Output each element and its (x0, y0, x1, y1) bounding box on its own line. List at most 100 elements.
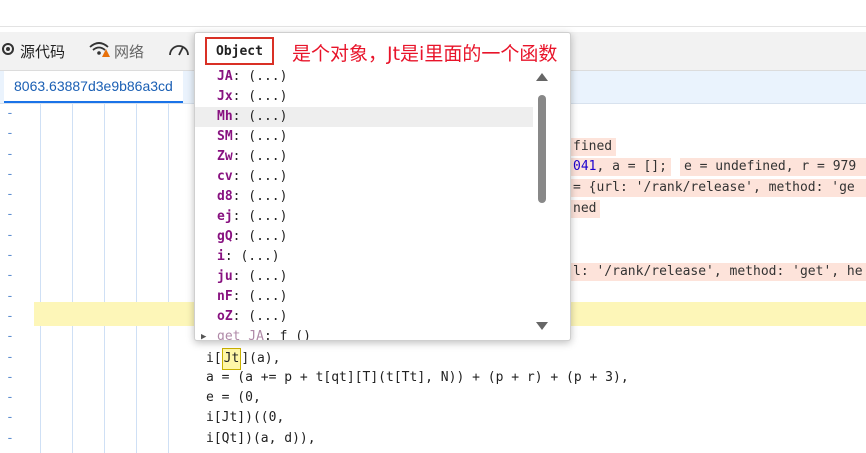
property-value: : (...) (224, 249, 280, 264)
property-row[interactable]: gQ: (...) (195, 227, 533, 247)
property-row[interactable]: SM: (...) (195, 127, 533, 147)
property-value: : (...) (232, 269, 288, 284)
property-value: : (...) (232, 229, 288, 244)
property-key: nF (217, 289, 233, 304)
tab-network-label: 网络 (114, 43, 145, 61)
property-row[interactable]: ej: (...) (195, 207, 533, 227)
property-row[interactable]: oZ: (...) (195, 307, 533, 327)
line-marker[interactable]: - (6, 348, 14, 368)
code-text: i[Jt](a), (206, 347, 281, 370)
object-preview-popup[interactable]: Object JA: (...) Jx: (...) Mh: (...) SM: (.… (194, 32, 571, 341)
line-marker[interactable]: - (6, 327, 14, 347)
code-line: - e = (0, (0, 388, 866, 408)
property-key: oZ (217, 309, 233, 324)
property-value: : (...) (232, 309, 288, 324)
hovered-token[interactable]: Jt (221, 347, 242, 370)
property-row[interactable]: cv: (...) (195, 167, 533, 187)
code-text-part: i[Jt])((0, (206, 410, 285, 426)
property-value: : (...) (232, 209, 288, 224)
property-row[interactable]: JA: (...) (195, 67, 533, 87)
inline-value: l: '/rank/release', method: 'get', he (569, 263, 866, 281)
property-key: JA (217, 69, 233, 84)
code-line: - a = (a += p + t[qt][T](t[Tt], N)) + (p … (0, 368, 866, 388)
line-marker[interactable]: - (6, 226, 14, 246)
expand-triangle-icon[interactable]: ▶ (201, 327, 206, 340)
property-key: Jx (217, 89, 233, 104)
red-annotation: 是个对象，Jt是i里面的一个函数 (292, 43, 558, 65)
browser-top-strip (0, 0, 866, 27)
inline-value: ned (569, 200, 601, 218)
code-text-part: i[ (206, 350, 222, 366)
property-row[interactable]: Jx: (...) (195, 87, 533, 107)
property-key: Zw (217, 149, 233, 164)
performance-gauge-icon (168, 40, 190, 62)
property-value: : (...) (232, 109, 288, 124)
popup-title: Object (205, 37, 274, 65)
property-row[interactable]: Mh: (...) (195, 107, 533, 127)
property-value: : (...) (232, 129, 288, 144)
line-marker[interactable]: - (6, 104, 14, 124)
property-row[interactable]: i: (...) (195, 247, 533, 267)
property-value: : (...) (232, 69, 288, 84)
property-row[interactable]: nF: (...) (195, 287, 533, 307)
property-key: i (217, 249, 225, 264)
tab-performance[interactable] (168, 32, 194, 70)
line-marker[interactable]: - (6, 185, 14, 205)
property-key: gQ (217, 229, 233, 244)
code-text: e = (0, (206, 388, 261, 408)
code-text-part: ](a), (241, 350, 281, 366)
property-row[interactable]: d8: (...) (195, 187, 533, 207)
code-text: a = (a += p + t[qt][T](t[Tt], N)) + (p +… (206, 368, 629, 388)
code-text-part: e = (0, (206, 390, 261, 406)
property-value: : (...) (232, 289, 288, 304)
inline-value: fined (569, 138, 617, 156)
code-line: - i[Qt])(a, d)), (0, 429, 866, 449)
file-tab[interactable]: 8063.63887d3e9b86a3cd (4, 71, 183, 103)
line-marker[interactable]: - (6, 368, 14, 388)
property-value: : (...) (232, 169, 288, 184)
gear-icon (0, 41, 16, 61)
property-key: cv (217, 169, 233, 184)
property-key: ej (217, 209, 233, 224)
property-key: ju (217, 269, 233, 284)
line-marker[interactable]: - (6, 408, 14, 428)
property-value: : (...) (232, 189, 288, 204)
property-key: get JA (217, 329, 264, 341)
line-marker[interactable]: - (6, 307, 14, 327)
tab-sources[interactable]: 源代码 (0, 32, 65, 70)
code-text: i[Jt])((0, (206, 408, 284, 428)
scroll-down-arrow-icon[interactable] (536, 322, 548, 330)
line-marker[interactable]: - (6, 388, 14, 408)
line-marker[interactable]: - (6, 266, 14, 286)
property-row[interactable]: get JA: f () ▶ (195, 327, 533, 341)
line-marker[interactable]: - (6, 124, 14, 144)
inline-value: e = undefined, r = 979 (680, 158, 866, 176)
property-row[interactable]: Zw: (...) (195, 147, 533, 167)
tab-sources-label: 源代码 (20, 43, 66, 61)
line-marker[interactable]: - (6, 429, 14, 449)
property-value: : (...) (232, 149, 288, 164)
file-tab-label: 8063.63887d3e9b86a3cd (14, 78, 173, 94)
inline-value: = {url: '/rank/release', method: 'ge (569, 179, 866, 197)
scroll-up-arrow-icon[interactable] (536, 73, 548, 81)
code-line: - i[Jt])((0, (0, 408, 866, 428)
property-row[interactable]: ju: (...) (195, 267, 533, 287)
inline-value: 041, a = []; (569, 158, 671, 176)
property-value: : f () (263, 329, 311, 341)
code-text-part: i[Qt])(a, d)), (206, 430, 316, 446)
code-text-part: a = (a += p + t[qt][T](t[Tt], N)) + (p +… (206, 369, 629, 385)
line-marker[interactable]: - (6, 165, 14, 185)
property-value: : (...) (232, 89, 288, 104)
line-marker[interactable]: - (6, 145, 14, 165)
scrollbar-thumb[interactable] (538, 95, 546, 203)
wifi-warning-icon (88, 40, 110, 62)
line-marker[interactable]: - (6, 246, 14, 266)
tab-network[interactable]: 网络 (88, 32, 144, 70)
code-text: i[Qt])(a, d)), (206, 429, 316, 449)
property-key: Mh (217, 109, 233, 124)
property-key: SM (217, 129, 233, 144)
line-marker[interactable]: - (6, 205, 14, 225)
line-marker[interactable]: - (6, 287, 14, 307)
property-key: d8 (217, 189, 233, 204)
code-line: - i[Jt](a), (0, 347, 866, 370)
